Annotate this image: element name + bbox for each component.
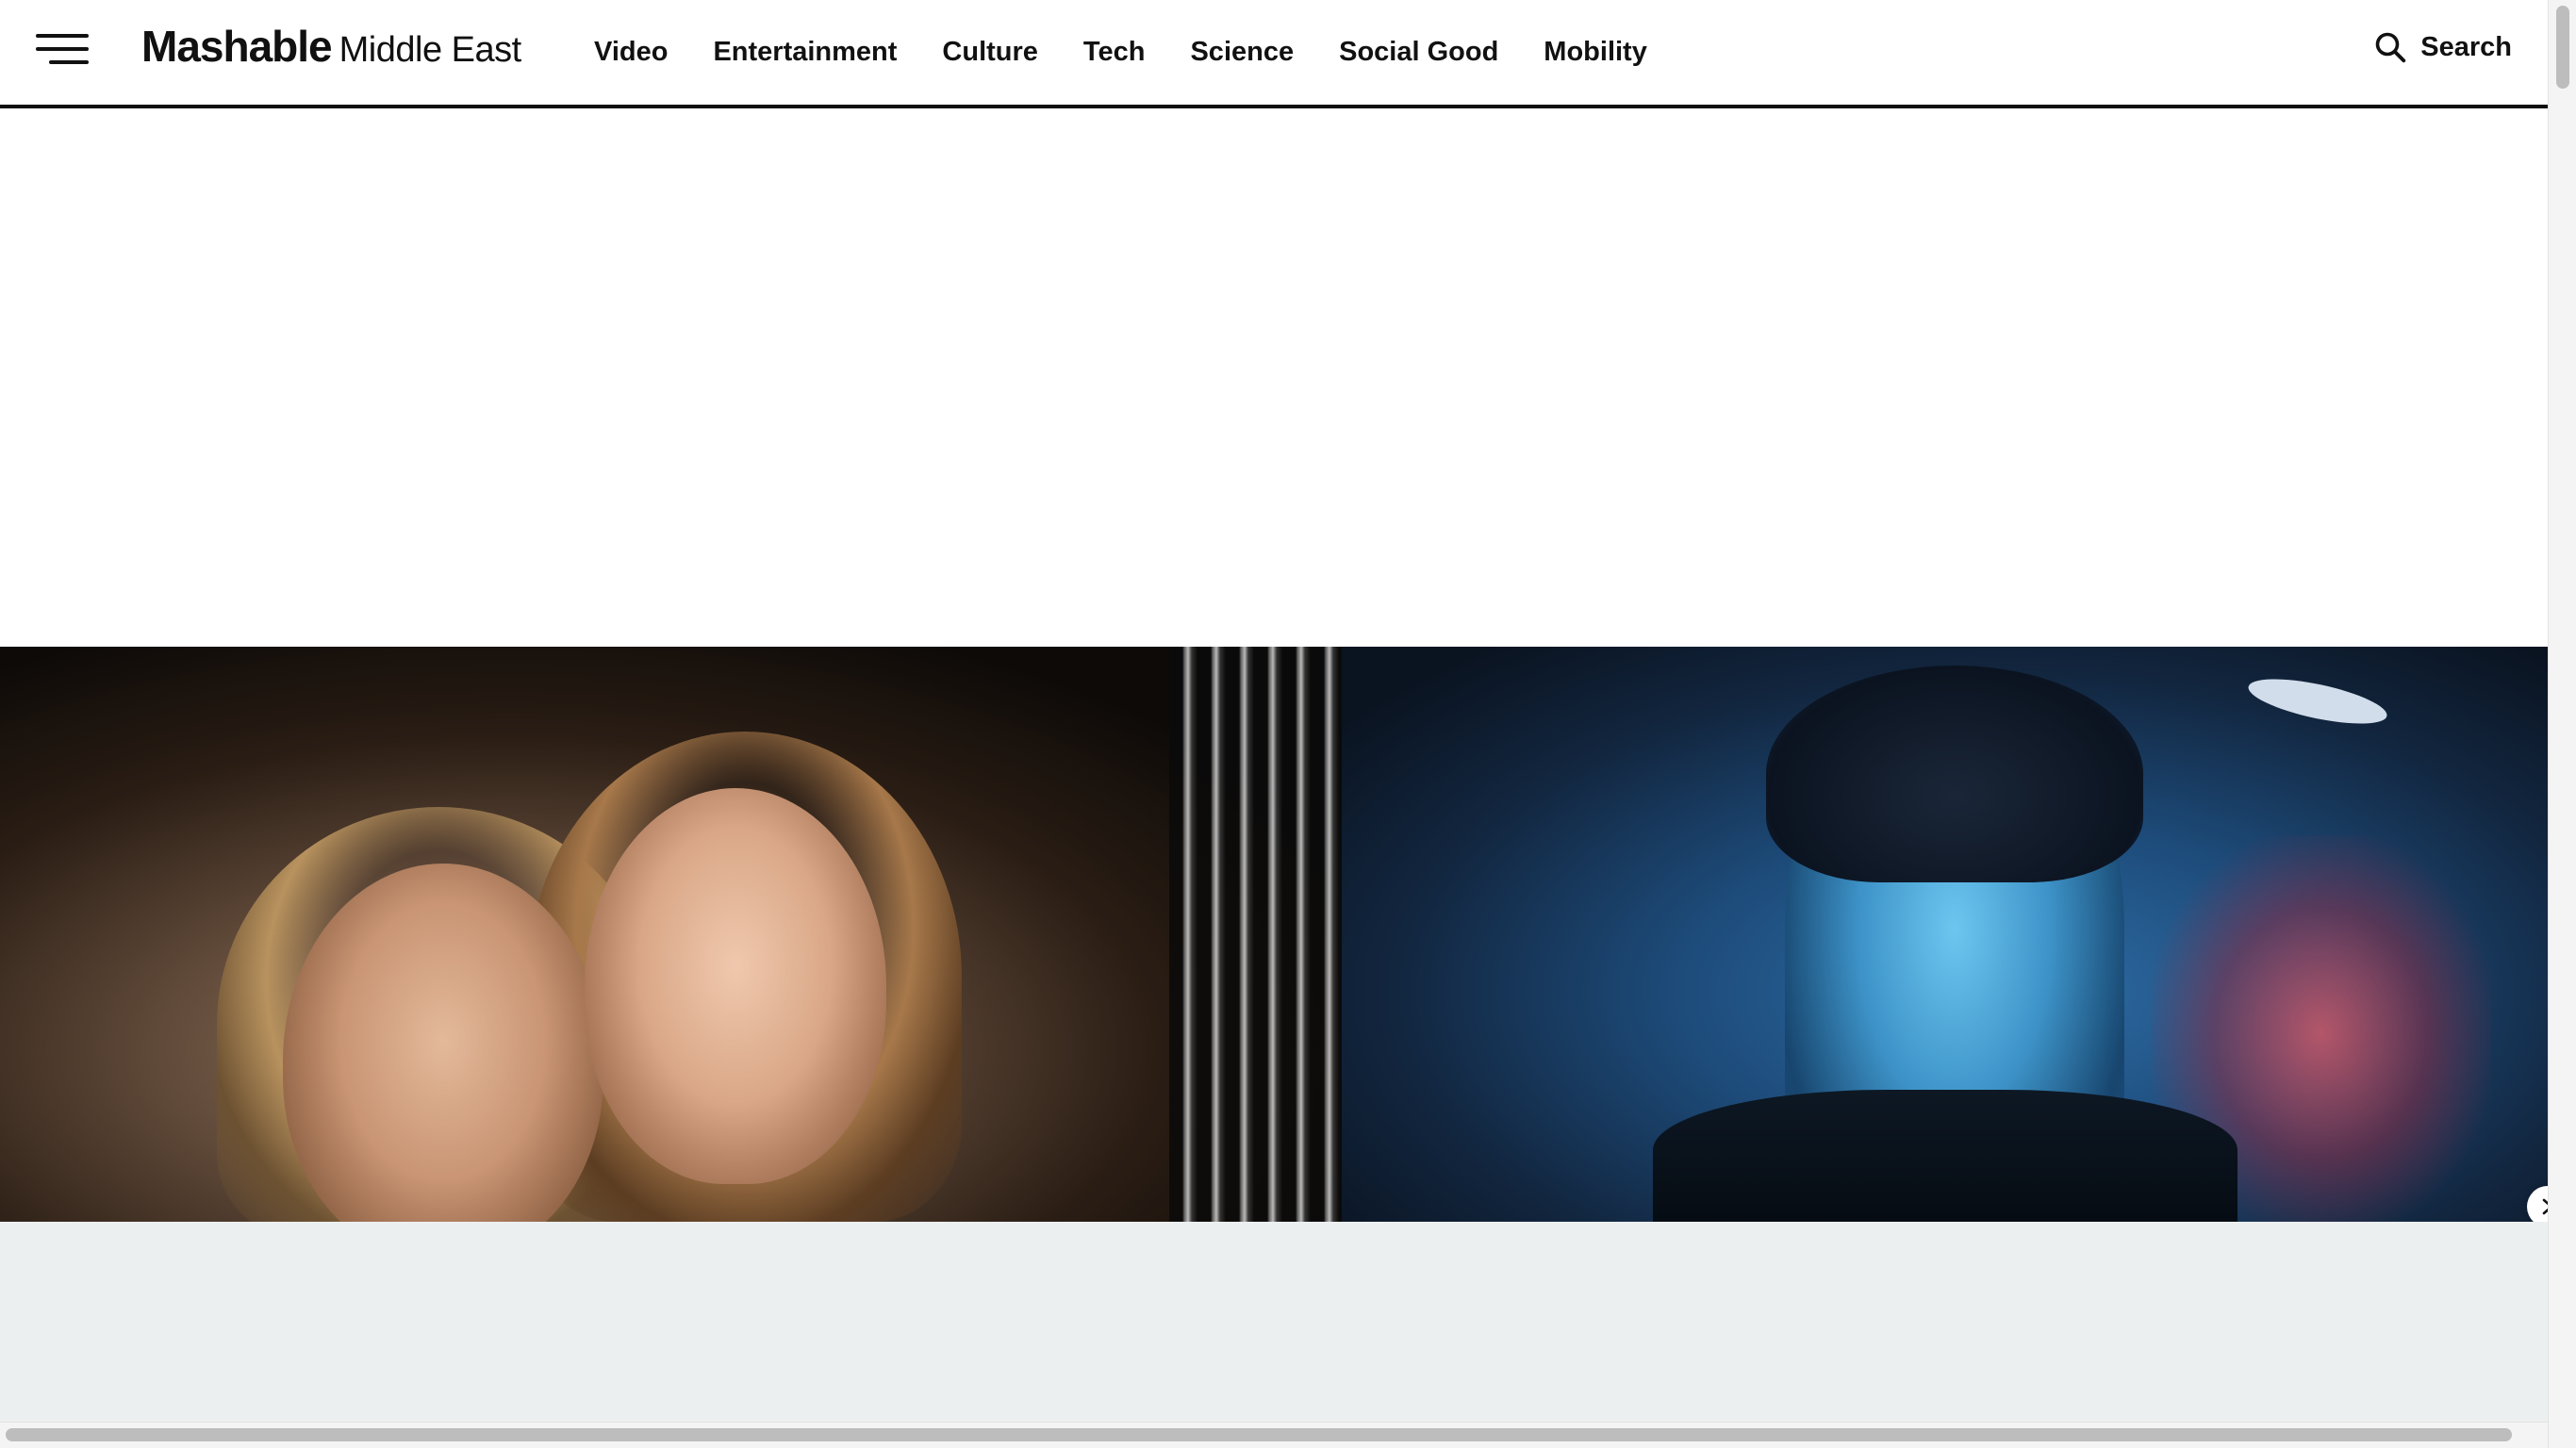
horizontal-scrollbar[interactable] <box>0 1422 2548 1448</box>
nav-item-video[interactable]: Video <box>594 37 668 68</box>
search-label: Search <box>2420 31 2512 62</box>
main-nav: Video Entertainment Culture Tech Science… <box>594 28 1647 75</box>
carousel-image-1[interactable] <box>0 647 1342 1222</box>
nav-item-science[interactable]: Science <box>1190 37 1294 68</box>
page: Mashable Middle East Video Entertainment… <box>0 0 2576 1448</box>
search-button[interactable]: Search <box>2373 30 2512 64</box>
site-logo[interactable]: Mashable Middle East <box>141 21 521 87</box>
search-icon <box>2375 32 2406 63</box>
nav-item-tech[interactable]: Tech <box>1083 37 1146 68</box>
vertical-scrollbar-thumb[interactable] <box>2556 6 2569 89</box>
logo-wordmark: Mashable <box>141 22 333 71</box>
hamburger-menu-icon[interactable] <box>36 34 89 66</box>
nav-item-social-good[interactable]: Social Good <box>1339 37 1498 68</box>
logo-region: Middle East <box>339 30 522 70</box>
featured-carousel <box>0 647 2548 1222</box>
carousel-image-2[interactable] <box>1342 647 2548 1222</box>
site-header: Mashable Middle East Video Entertainment… <box>0 0 2548 108</box>
horizontal-scrollbar-thumb[interactable] <box>6 1428 2512 1441</box>
nav-item-mobility[interactable]: Mobility <box>1544 37 1647 68</box>
nav-item-culture[interactable]: Culture <box>942 37 1038 68</box>
vertical-scrollbar[interactable] <box>2548 0 2576 1448</box>
content-band <box>0 1222 2548 1422</box>
ad-placeholder <box>0 108 2548 647</box>
nav-item-entertainment[interactable]: Entertainment <box>713 37 897 68</box>
